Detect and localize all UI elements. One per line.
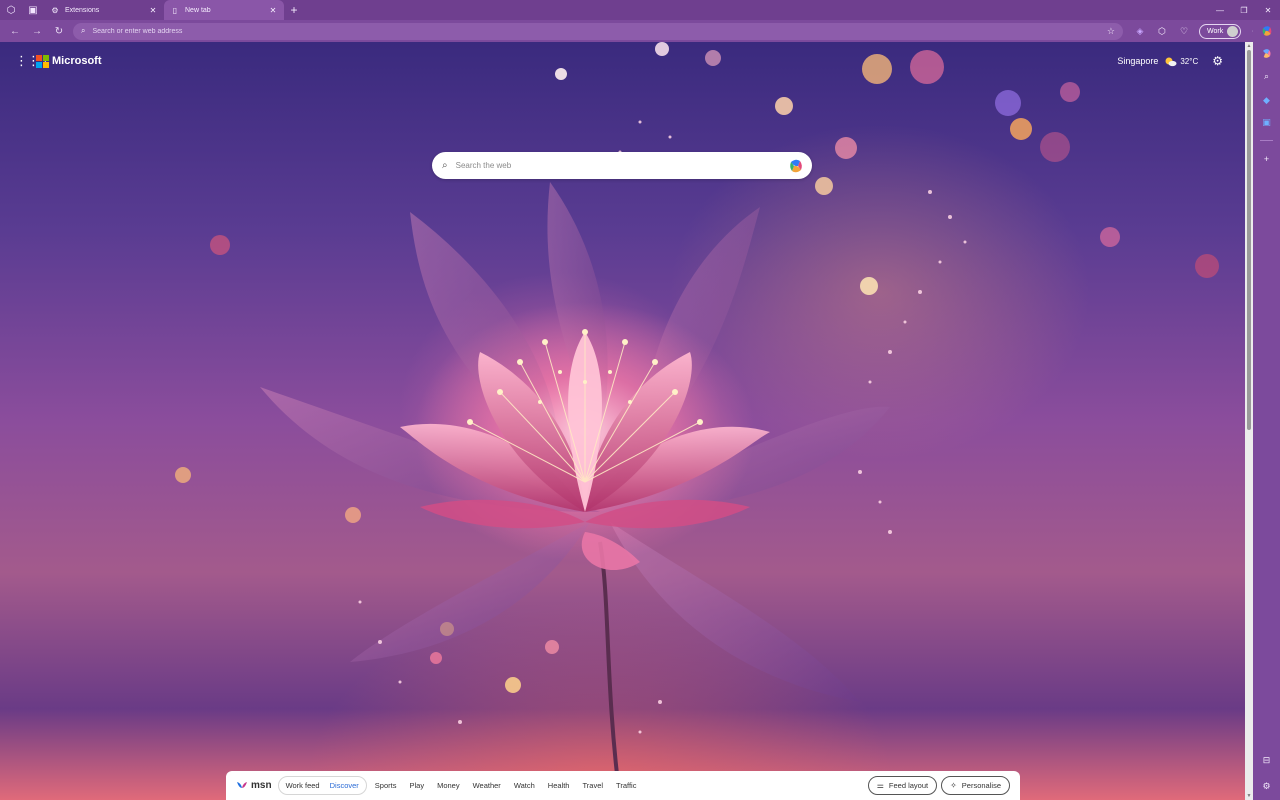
toolbar-actions: ◈ ⬡ ♡ Work ⋯: [1129, 23, 1267, 39]
tab-actions-icon[interactable]: ▣: [22, 0, 44, 20]
feed-link-weather[interactable]: Weather: [473, 781, 501, 790]
tab-label: New tab: [185, 6, 211, 14]
copilot-toolbar-icon[interactable]: ◈: [1129, 26, 1151, 37]
personalise-label: Personalise: [961, 781, 1001, 790]
scroll-up-icon[interactable]: ▲: [1245, 43, 1253, 49]
feed-link-travel[interactable]: Travel: [582, 781, 603, 790]
search-input[interactable]: [455, 161, 788, 170]
apps-launcher-icon[interactable]: ⋮⋮⋮: [15, 53, 52, 69]
minimize-icon[interactable]: —: [1208, 6, 1232, 15]
msn-butterfly-icon: [237, 781, 247, 788]
partly-sunny-icon: [1165, 57, 1177, 66]
workspaces-icon[interactable]: ⬡: [0, 0, 22, 20]
extensions-icon[interactable]: ⬡: [1151, 26, 1173, 37]
feed-link-money[interactable]: Money: [437, 781, 460, 790]
profile-button[interactable]: Work: [1199, 23, 1242, 39]
feed-link-traffic[interactable]: Traffic: [616, 781, 636, 790]
gear-icon[interactable]: ⚙: [1212, 54, 1223, 68]
weather-temperature: 32°C: [1180, 56, 1199, 66]
scroll-thumb[interactable]: [1247, 50, 1251, 430]
feed-actions: ⚌ Feed layout ✧ Personalise: [864, 776, 1010, 795]
toolbar: ← → ↻ ⌕ ☆ ◈ ⬡ ♡ Work ⋯: [0, 20, 1280, 42]
sidebar-divider: [1260, 140, 1273, 141]
forward-icon[interactable]: →: [26, 21, 48, 41]
discover-tab[interactable]: Discover: [325, 781, 364, 790]
close-icon[interactable]: ✕: [148, 6, 158, 15]
address-bar[interactable]: ⌕ ☆: [73, 22, 1123, 40]
feed-link-sports[interactable]: Sports: [375, 781, 397, 790]
weather-widget[interactable]: Singapore 32°C ⚙: [1117, 54, 1223, 68]
back-icon[interactable]: ←: [4, 21, 26, 41]
avatar: [1227, 25, 1239, 37]
puzzle-icon: ⚙: [51, 5, 59, 15]
new-tab-button[interactable]: +: [284, 3, 304, 17]
restore-icon[interactable]: ❐: [1232, 6, 1256, 15]
close-icon[interactable]: ✕: [268, 6, 278, 15]
msn-logo[interactable]: msn: [236, 780, 272, 792]
feed-toggle: Work feed Discover: [277, 776, 367, 795]
brand-name[interactable]: Microsoft: [52, 55, 102, 67]
weather-city: Singapore: [1117, 56, 1159, 66]
edge-sidebar: ⌕ ◆ ▣ + ⊟ ⚙: [1253, 20, 1280, 800]
page-icon: ▯: [172, 5, 178, 15]
feed-layout-label: Feed layout: [888, 781, 929, 790]
copilot-app-icon[interactable]: [1258, 45, 1275, 62]
personalise-button[interactable]: ✧ Personalise: [941, 776, 1010, 795]
tab-label: Extensions: [65, 6, 100, 14]
hide-sidebar-icon[interactable]: ⊟: [1258, 752, 1275, 769]
sparkle-icon: ✧: [950, 781, 957, 790]
page-scrollbar[interactable]: ▲ ▼: [1245, 42, 1253, 800]
search-icon[interactable]: ⌕: [1258, 68, 1275, 85]
address-input[interactable]: [92, 27, 1107, 35]
title-bar: ⬡ ▣ ⚙ Extensions ✕ ▯ New tab ✕ + — ❐ ✕: [0, 0, 1280, 20]
office-icon[interactable]: ▣: [1258, 114, 1275, 131]
feed-link-watch[interactable]: Watch: [514, 781, 535, 790]
search-icon: ⌕: [81, 26, 86, 35]
favorite-star-icon[interactable]: ☆: [1107, 26, 1115, 37]
microsoft-logo: ⋮⋮⋮ Microsoft: [15, 53, 102, 69]
sliders-icon: ⚌: [876, 781, 884, 790]
window-controls: — ❐ ✕: [1208, 6, 1280, 15]
work-feed-tab[interactable]: Work feed: [281, 781, 325, 790]
microsoft-squares-icon: [36, 55, 49, 68]
profile-label: Work: [1207, 27, 1224, 35]
tab-extensions[interactable]: ⚙ Extensions ✕: [44, 0, 164, 20]
browser-essentials-icon[interactable]: ♡: [1173, 26, 1195, 37]
web-search-box[interactable]: ⌕: [432, 152, 812, 179]
copilot-sidebar-icon[interactable]: [1258, 22, 1275, 39]
feed-navigation-bar: msn Work feed Discover Sports Play Money…: [226, 771, 1020, 800]
scroll-down-icon[interactable]: ▼: [1245, 793, 1253, 799]
feed-link-play[interactable]: Play: [409, 781, 424, 790]
refresh-icon[interactable]: ↻: [48, 21, 70, 41]
sidebar-settings-icon[interactable]: ⚙: [1258, 778, 1275, 795]
feed-layout-button[interactable]: ⚌ Feed layout: [867, 776, 938, 795]
new-tab-page: ⋮⋮⋮ Microsoft Singapore 32°C ⚙ ⌕ Search …: [0, 42, 1245, 800]
msn-wordmark: msn: [251, 780, 272, 791]
copilot-icon[interactable]: [788, 158, 804, 174]
feed-link-health[interactable]: Health: [548, 781, 570, 790]
search-icon: ⌕: [442, 160, 448, 171]
outlook-icon[interactable]: ◆: [1258, 92, 1275, 109]
tab-new-tab[interactable]: ▯ New tab ✕: [164, 0, 284, 20]
close-window-icon[interactable]: ✕: [1256, 6, 1280, 15]
add-icon[interactable]: +: [1258, 150, 1275, 167]
